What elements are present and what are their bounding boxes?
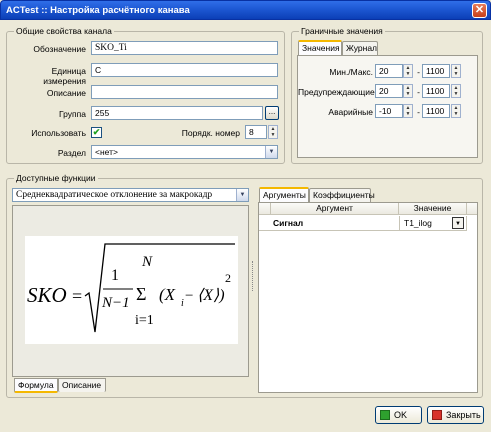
use-label: Использовать — [31, 128, 86, 138]
close-icon — [432, 410, 442, 420]
alarm-min-spinner[interactable]: ▲ ▼ — [403, 104, 413, 118]
tab-journal[interactable]: Журнал — [342, 41, 378, 55]
formula-subscript: i — [181, 298, 184, 309]
order-number-spinner[interactable]: ▲ ▼ — [268, 125, 278, 139]
spin-down-icon[interactable]: ▼ — [452, 111, 460, 117]
formula-minus: − — [185, 288, 193, 304]
spin-down-icon[interactable]: ▼ — [452, 71, 460, 77]
tab-description[interactable]: Описание — [58, 378, 106, 392]
limits-title: Граничные значения — [299, 26, 385, 36]
unit-field[interactable]: C — [91, 63, 278, 77]
designation-field[interactable]: SKO_Ti — [91, 41, 278, 55]
section-select-value: <нет> — [95, 147, 118, 157]
spin-down-icon[interactable]: ▼ — [404, 91, 412, 97]
minmax-min-field[interactable]: 20 — [375, 64, 403, 78]
ok-button-label: OK — [394, 410, 408, 420]
spin-down-icon[interactable]: ▼ — [404, 111, 412, 117]
tab-values[interactable]: Значения — [298, 40, 342, 55]
limits-group: Граничные значения Значения Журнал Мин./… — [291, 26, 483, 164]
column-header-argument[interactable]: Аргумент — [271, 203, 399, 215]
warning-min-field[interactable]: 20 — [375, 84, 403, 98]
grid-corner — [259, 203, 271, 215]
functions-title: Доступные функции — [14, 173, 98, 183]
description-field[interactable] — [91, 85, 278, 99]
arguments-panel: Аргумент Значение Сигнал T1_ilog ▼ — [258, 202, 478, 393]
ok-button[interactable]: OK — [375, 406, 422, 424]
panel-splitter[interactable] — [252, 261, 255, 291]
description-label: Описание — [46, 88, 86, 98]
limits-panel: Мин./Макс. 20 ▲ ▼ - 1100 ▲ ▼ Предупреждающ… — [297, 55, 478, 158]
alarm-max-field[interactable]: 1100 — [422, 104, 450, 118]
formula-eq: = — [72, 286, 82, 306]
formula-sum-top: N — [141, 254, 153, 270]
window-close-button[interactable]: ✕ — [472, 3, 487, 18]
grid-header-filler — [467, 203, 477, 215]
use-checkbox[interactable]: ✔ — [91, 127, 102, 138]
close-button[interactable]: Закрыть — [427, 406, 484, 424]
alarm-dash: - — [417, 107, 420, 117]
alarm-min-field[interactable]: -10 — [375, 104, 403, 118]
warning-min-spinner[interactable]: ▲ ▼ — [403, 84, 413, 98]
minmax-dash: - — [417, 67, 420, 77]
warning-max-field[interactable]: 1100 — [422, 84, 450, 98]
spin-down-icon[interactable]: ▼ — [452, 91, 460, 97]
formula-lhs: SKO — [27, 283, 67, 307]
general-properties-group: Общие свойства канала Обозначение SKO_Ti… — [6, 26, 285, 164]
section-select[interactable]: <нет> ▼ — [91, 145, 278, 159]
alarm-max-spinner[interactable]: ▲ ▼ — [451, 104, 461, 118]
formula-sum-sign: Σ — [136, 284, 146, 304]
close-button-label: Закрыть — [446, 410, 481, 420]
tab-arguments[interactable]: Аргументы — [259, 187, 309, 202]
formula-sum-bottom: i=1 — [135, 313, 154, 328]
ok-icon — [380, 410, 390, 420]
tab-formula[interactable]: Формула — [14, 378, 58, 393]
function-select-value: Среднеквадратическое отклонение за макро… — [16, 190, 213, 200]
title-bar: ACTest :: Настройка расчётного канава ✕ — [0, 0, 491, 20]
group-label: Группа — [59, 109, 86, 119]
warning-dash: - — [417, 87, 420, 97]
value-cell[interactable]: T1_ilog ▼ — [399, 216, 467, 231]
order-number-label: Порядк. номер — [181, 128, 240, 138]
spin-down-icon[interactable]: ▼ — [269, 132, 277, 138]
functions-group: Доступные функции Среднеквадратическое о… — [6, 173, 483, 398]
minmax-min-spinner[interactable]: ▲ ▼ — [403, 64, 413, 78]
unit-label: Единица измерения — [43, 66, 86, 86]
tab-coefficients[interactable]: Коэффициенты — [309, 188, 375, 202]
minmax-label: Мин./Макс. — [329, 67, 373, 77]
warning-max-spinner[interactable]: ▲ ▼ — [451, 84, 461, 98]
formula-svg: SKO = 1 N−1 N Σ i=1 (X i − ⟨X⟩) 2 — [27, 243, 235, 333]
general-properties-title: Общие свойства канала — [14, 26, 114, 36]
formula-panel: SKO = 1 N−1 N Σ i=1 (X i − ⟨X⟩) 2 — [12, 205, 249, 377]
formula-one: 1 — [111, 267, 119, 284]
formula-body: (X — [159, 285, 176, 304]
minmax-max-spinner[interactable]: ▲ ▼ — [451, 64, 461, 78]
minmax-max-field[interactable]: 1100 — [422, 64, 450, 78]
chevron-down-icon[interactable]: ▼ — [236, 189, 248, 201]
designation-label: Обозначение — [33, 44, 86, 54]
formula-denominator: N−1 — [101, 295, 130, 311]
argument-cell: Сигнал — [273, 218, 304, 228]
formula-power: 2 — [225, 271, 231, 285]
table-row[interactable]: Сигнал T1_ilog ▼ — [259, 216, 467, 231]
spin-down-icon[interactable]: ▼ — [404, 71, 412, 77]
function-select[interactable]: Среднеквадратическое отклонение за макро… — [12, 188, 249, 202]
formula-avg: ⟨X⟩) — [197, 287, 225, 304]
chevron-down-icon[interactable]: ▼ — [265, 146, 277, 158]
chevron-down-icon[interactable]: ▼ — [452, 217, 464, 229]
alarm-label: Аварийные — [328, 107, 373, 117]
warning-label: Предупреждающие — [298, 87, 375, 97]
group-field[interactable]: 255 — [91, 106, 263, 120]
window-title: ACTest :: Настройка расчётного канава — [6, 5, 190, 16]
group-browse-button[interactable]: ... — [265, 106, 279, 120]
formula-image: SKO = 1 N−1 N Σ i=1 (X i − ⟨X⟩) 2 — [25, 236, 238, 344]
order-number-field[interactable]: 8 — [245, 125, 267, 139]
section-label: Раздел — [57, 148, 86, 158]
value-cell-text: T1_ilog — [404, 218, 432, 228]
column-header-value[interactable]: Значение — [399, 203, 467, 215]
